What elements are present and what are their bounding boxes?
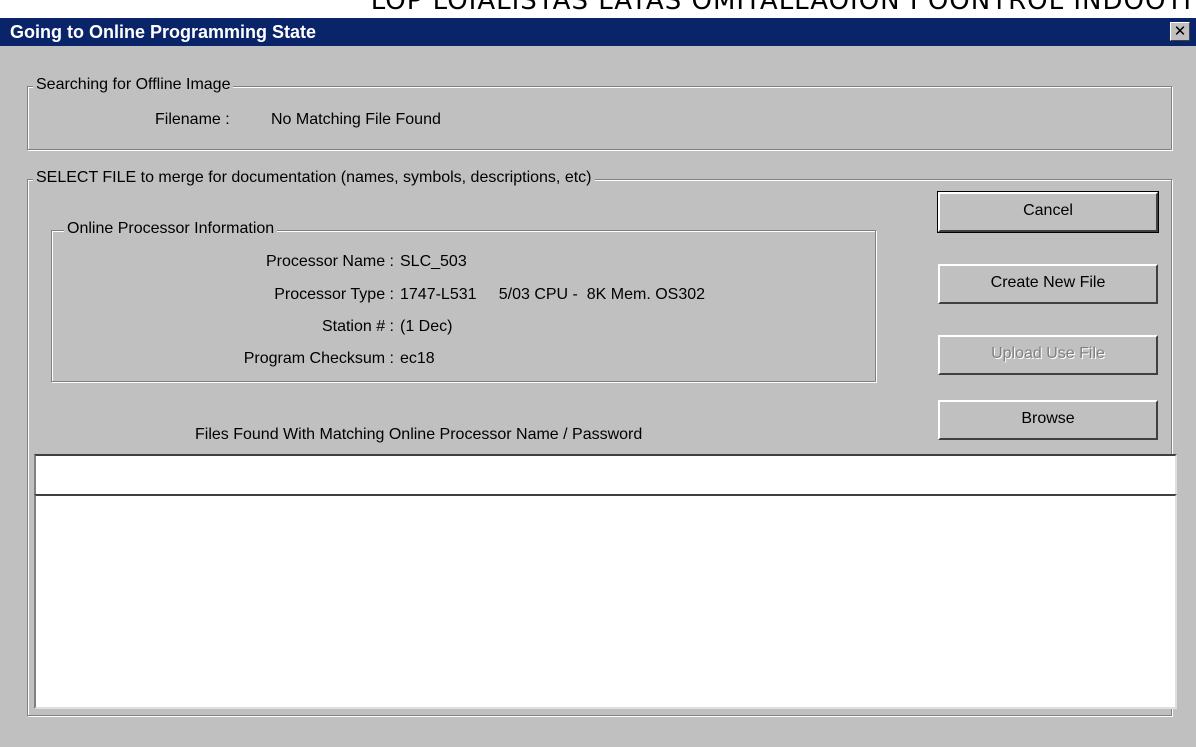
processor-type-label: Processor Type : — [274, 286, 394, 303]
filename-value: No Matching File Found — [271, 111, 441, 128]
close-icon: ✕ — [1173, 22, 1187, 40]
processor-info-legend: Online Processor Information — [64, 220, 278, 238]
background-header-strip: LOP LOIALISTAS LATAS OMITALLAOION I OONT… — [0, 0, 1196, 18]
files-found-label: Files Found With Matching Online Process… — [195, 426, 643, 443]
file-list[interactable] — [34, 494, 1177, 709]
file-list-header[interactable] — [34, 454, 1177, 496]
select-file-legend: SELECT FILE to merge for documentation (… — [33, 169, 595, 187]
processor-name-label: Processor Name : — [265, 253, 394, 270]
create-new-file-button[interactable]: Create New File — [938, 264, 1158, 304]
checksum-value: ec18 — [400, 350, 435, 367]
cancel-button[interactable]: Cancel — [937, 191, 1159, 233]
close-button[interactable]: ✕ — [1170, 22, 1190, 41]
station-label: Station # : — [321, 318, 394, 335]
processor-name-value: SLC_503 — [400, 253, 467, 270]
browse-button[interactable]: Browse — [938, 400, 1158, 440]
upload-use-file-button: Upload Use File — [938, 335, 1158, 375]
dialog-window: Going to Online Programming State ✕ Sear… — [0, 18, 1196, 747]
window-title: Going to Online Programming State — [10, 22, 317, 42]
offline-image-group: Searching for Offline Image Filename : N… — [27, 76, 1172, 150]
checksum-label: Program Checksum : — [243, 350, 394, 367]
processor-type-value: 1747-L531 5/03 CPU - 8K Mem. OS302 — [400, 286, 706, 303]
background-header-text: LOP LOIALISTAS LATAS OMITALLAOION I OONT… — [370, 0, 1192, 16]
filename-label: Filename : — [155, 111, 230, 128]
title-bar[interactable]: Going to Online Programming State ✕ — [0, 18, 1196, 46]
station-value: (1 Dec) — [400, 318, 453, 335]
offline-image-legend: Searching for Offline Image — [33, 76, 234, 94]
processor-info-group: Online Processor Information Processor N… — [51, 220, 876, 382]
